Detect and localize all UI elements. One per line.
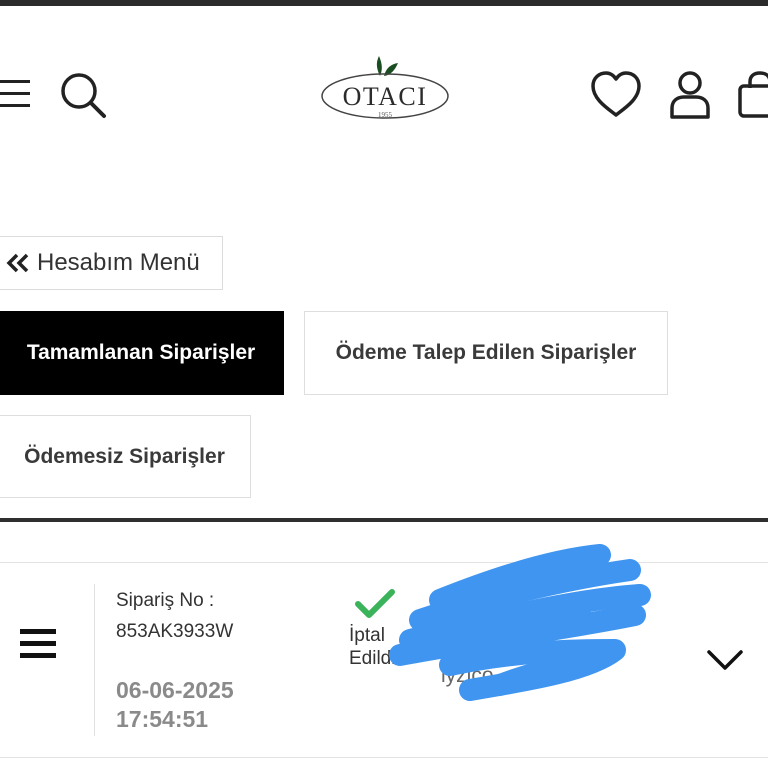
- double-chevron-left-icon: [6, 253, 29, 273]
- user-icon[interactable]: [666, 70, 714, 120]
- tab-unpaid-orders[interactable]: Ödemesiz Siparişler: [0, 415, 251, 498]
- otaci-logo[interactable]: OTACI 1955: [318, 54, 452, 128]
- tab-completed-orders[interactable]: Tamamlanan Siparişler: [0, 311, 284, 395]
- site-header: OTACI 1955: [0, 6, 768, 176]
- svg-text:1955: 1955: [378, 111, 393, 119]
- redaction-scribble: [389, 544, 651, 701]
- order-date: 06-06-2025: [116, 677, 234, 703]
- search-icon[interactable]: [58, 70, 108, 120]
- account-menu-button[interactable]: Hesabım Menü: [0, 236, 223, 290]
- svg-text:OTACI: OTACI: [343, 82, 428, 111]
- order-row-bottom-border: [0, 757, 768, 758]
- section-divider: [0, 518, 768, 522]
- tab-payment-requested-orders[interactable]: Ödeme Talep Edilen Siparişler: [304, 311, 668, 395]
- tab-label: Ödemesiz Siparişler: [24, 444, 225, 468]
- order-menu-icon[interactable]: [20, 626, 58, 662]
- order-time: 17:54:51: [116, 706, 209, 732]
- order-number: 853AK3933W: [116, 621, 234, 642]
- chevron-down-icon[interactable]: [706, 648, 744, 672]
- account-menu-label: Hesabım Menü: [37, 249, 200, 276]
- order-row-separator: [94, 584, 95, 736]
- tab-label: Ödeme Talep Edilen Siparişler: [335, 341, 637, 364]
- shopping-bag-icon[interactable]: [736, 70, 768, 120]
- order-number-label: Sipariş No :: [116, 590, 215, 611]
- tab-label: Tamamlanan Siparişler: [26, 341, 256, 364]
- heart-icon[interactable]: [589, 70, 643, 120]
- hamburger-menu-icon[interactable]: [0, 76, 32, 112]
